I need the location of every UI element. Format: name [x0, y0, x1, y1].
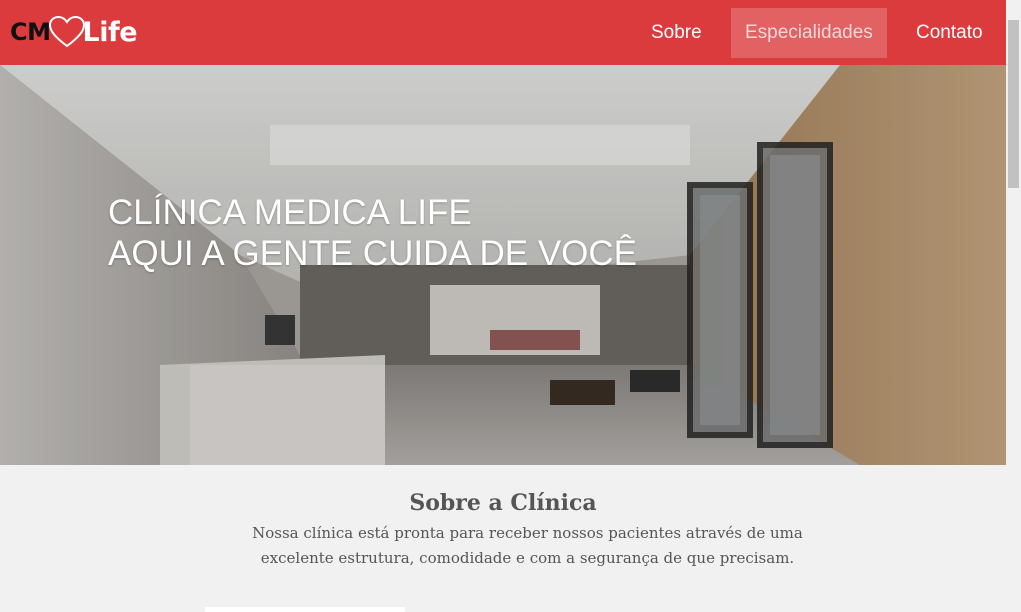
navbar: CM Life Sobre Especialidades Contato [0, 0, 1006, 65]
nav-contato[interactable]: Contato [902, 8, 997, 58]
vertical-scrollbar[interactable] [1006, 0, 1021, 612]
about-title: Sobre a Clínica [409, 490, 597, 516]
logo-cm-text: CM [10, 18, 51, 46]
nav-especialidades[interactable]: Especialidades [731, 8, 887, 58]
logo[interactable]: CM Life [10, 14, 138, 50]
card-partial [205, 607, 405, 612]
hero-line-2: AQUI A GENTE CUIDA DE VOCÊ [108, 234, 638, 273]
hero-line-1: CLÍNICA MEDICA LIFE [108, 193, 472, 232]
scroll-thumb[interactable] [1008, 20, 1019, 188]
hero-heading: CLÍNICA MEDICA LIFE AQUI A GENTE CUIDA D… [108, 192, 637, 274]
heart-icon [48, 16, 85, 48]
logo-life-text: Life [82, 16, 138, 48]
about-text: Nossa clínica está pronta para receber n… [252, 524, 803, 567]
hero-banner: CLÍNICA MEDICA LIFE AQUI A GENTE CUIDA D… [0, 65, 1006, 465]
nav-sobre[interactable]: Sobre [637, 8, 716, 58]
